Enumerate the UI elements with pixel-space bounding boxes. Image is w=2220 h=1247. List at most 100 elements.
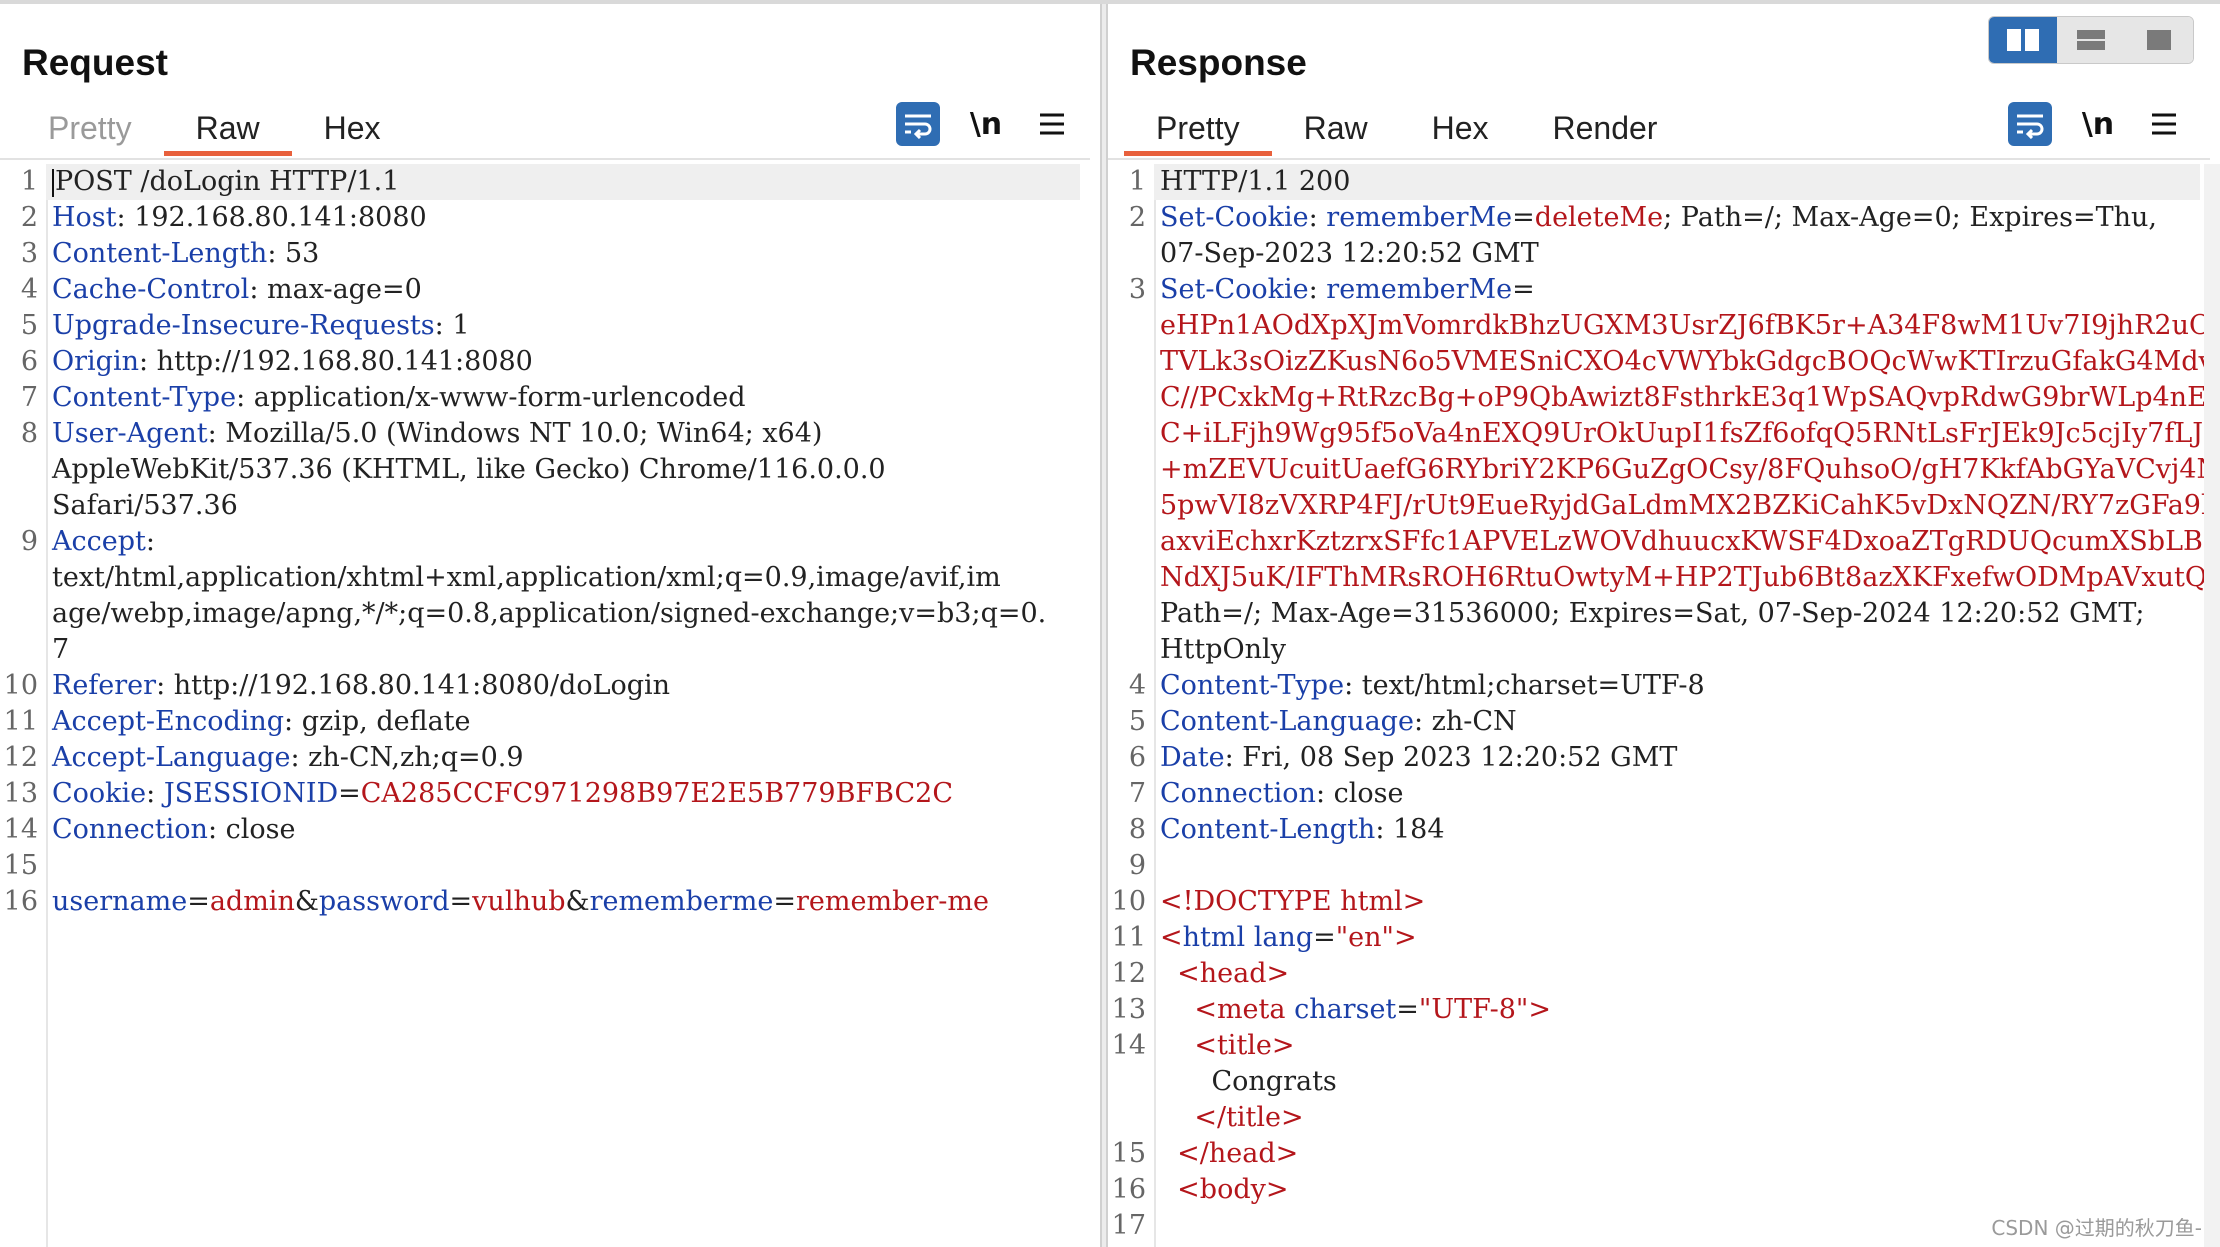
line-content: </title>	[1154, 1100, 2200, 1136]
line-number	[0, 632, 46, 668]
line-content: TVLk3sOizZKusN6o5VMESniCXO4cVWYbkGdgcBOQ…	[1154, 344, 2220, 380]
layout-stacked-button[interactable]	[2057, 17, 2125, 63]
response-code-line: 2 Set-Cookie: rememberMe=deleteMe; Path=/…	[1108, 200, 2220, 236]
syntax-value: "UTF-8"	[1418, 994, 1529, 1025]
line-content: C+iLFjh9Wg95f5oVa4nEXQ9UrOkUupI1fsZf6ofq…	[1154, 416, 2220, 452]
syntax-value: <	[1160, 994, 1217, 1025]
syntax-key: Connection	[52, 814, 208, 845]
request-menu-button[interactable]	[1030, 102, 1074, 146]
request-wrap-lines-button[interactable]	[896, 102, 940, 146]
syntax-text: : application/x-www-form-urlencoded	[236, 382, 746, 413]
response-code-line: 8 Content-Length: 184	[1108, 812, 2220, 848]
request-code-line: 15	[0, 848, 1100, 884]
syntax-text: =	[187, 886, 210, 917]
response-code-line: 5 Content-Language: zh-CN	[1108, 704, 2220, 740]
layout-single-icon	[2147, 30, 2171, 50]
line-content: </head>	[1154, 1136, 2200, 1172]
response-code-line: 6 Date: Fri, 08 Sep 2023 12:20:52 GMT	[1108, 740, 2220, 776]
layout-single-button[interactable]	[2125, 17, 2193, 63]
syntax-text	[1285, 994, 1294, 1025]
syntax-text: : zh-CN,zh;q=0.9	[290, 742, 524, 773]
line-content: 7	[46, 632, 1080, 668]
line-content: NdXJ5uK/IFThMRsROH6RtuOwtyM+HP2TJub6Bt8a…	[1154, 560, 2220, 596]
line-number	[1108, 524, 1154, 560]
response-code-line: C//PCxkMg+RtRzcBg+oP9QbAwizt8FsthrkE3q1W…	[1108, 380, 2220, 416]
request-tabs: Pretty Raw Hex	[16, 104, 413, 158]
syntax-value: meta	[1216, 994, 1286, 1025]
response-code-line: 13 <meta charset="UTF-8">	[1108, 992, 2220, 1028]
line-number	[1108, 308, 1154, 344]
line-number: 14	[1111, 1030, 1146, 1061]
response-wrap-lines-button[interactable]	[2008, 102, 2052, 146]
syntax-text: : 53	[267, 238, 320, 269]
response-code-line: HttpOnly	[1108, 632, 2220, 668]
syntax-text: age/webp,image/apng,*/*;q=0.8,applicatio…	[52, 598, 1047, 629]
response-code-line: 10 <!DOCTYPE html>	[1108, 884, 2220, 920]
line-number: 12	[3, 742, 38, 773]
request-code-line: 13 Cookie: JSESSIONID=CA285CCFC971298B97E…	[0, 776, 1100, 812]
response-editor[interactable]: 1 HTTP/1.1 200 2 Set-Cookie: rememberMe=del…	[1108, 164, 2220, 1247]
syntax-text: =	[338, 778, 361, 809]
request-code-line: 7 Content-Type: application/x-www-form-ur…	[0, 380, 1100, 416]
line-number: 3	[1128, 274, 1146, 305]
panel-splitter[interactable]	[1100, 4, 1108, 1247]
layout-stacked-icon	[2077, 30, 2105, 50]
syntax-key: Content-Language	[1160, 706, 1414, 737]
syntax-key: User-Agent	[52, 418, 208, 449]
request-code-line: 3 Content-Length: 53	[0, 236, 1100, 272]
response-tabs: Pretty Raw Hex Render	[1124, 104, 1689, 158]
syntax-value: NdXJ5uK/IFThMRsROH6RtuOwtyM+HP2TJub6Bt8a…	[1160, 562, 2220, 593]
syntax-text: : close	[1315, 778, 1404, 809]
menu-icon	[2152, 113, 2176, 135]
syntax-value: <	[1160, 958, 1200, 989]
line-number: 1	[1128, 166, 1146, 197]
line-number: 16	[3, 886, 38, 917]
syntax-key: Content-Length	[52, 238, 268, 269]
response-scrollbar[interactable]	[2204, 164, 2220, 1247]
line-content: Congrats	[1154, 1064, 2200, 1100]
syntax-key: Origin	[52, 346, 139, 377]
response-menu-button[interactable]	[2142, 102, 2186, 146]
line-number: 13	[1111, 994, 1146, 1025]
wrap-lines-icon	[2017, 114, 2044, 139]
syntax-value: >	[1393, 922, 1417, 953]
request-tab-raw[interactable]: Raw	[163, 104, 292, 156]
syntax-key: Accept	[52, 526, 146, 557]
line-content: eHPn1AOdXpXJmVomrdkBhzUGXM3UsrZJ6fBK5r+A…	[1154, 308, 2220, 344]
request-lines: 1 POST /doLogin HTTP/1.1 2 Host: 192.168.80…	[0, 164, 1100, 920]
line-number	[0, 560, 46, 596]
response-tab-hex[interactable]: Hex	[1400, 104, 1521, 156]
request-code-line: 9 Accept:	[0, 524, 1100, 560]
line-content: Accept-Encoding: gzip, deflate	[46, 704, 1080, 740]
response-tab-render[interactable]: Render	[1521, 104, 1690, 156]
response-newline-toggle[interactable]: \n	[2076, 102, 2120, 146]
request-newline-toggle[interactable]: \n	[964, 102, 1008, 146]
layout-split-icon	[2007, 29, 2039, 51]
line-content: <title>	[1154, 1028, 2200, 1064]
response-code-line: 15 </head>	[1108, 1136, 2220, 1172]
line-number: 14	[3, 814, 38, 845]
line-number: 10	[1111, 886, 1146, 917]
response-code-line: NdXJ5uK/IFThMRsROH6RtuOwtyM+HP2TJub6Bt8a…	[1108, 560, 2220, 596]
syntax-key: Cache-Control	[52, 274, 250, 305]
syntax-text: : http://192.168.80.141:8080	[139, 346, 533, 377]
line-number: 15	[1111, 1138, 1146, 1169]
request-tab-pretty[interactable]: Pretty	[16, 104, 164, 156]
layout-side-by-side-button[interactable]	[1989, 17, 2057, 63]
request-code-line: 6 Origin: http://192.168.80.141:8080	[0, 344, 1100, 380]
request-code-line: text/html,application/xhtml+xml,applicat…	[0, 560, 1100, 596]
line-content: POST /doLogin HTTP/1.1	[46, 164, 1080, 200]
syntax-value: head	[1208, 1138, 1276, 1169]
response-tab-pretty[interactable]: Pretty	[1124, 104, 1272, 156]
syntax-key: password	[318, 886, 450, 917]
line-number	[1108, 344, 1154, 380]
syntax-key: Content-Type	[1160, 670, 1345, 701]
request-editor[interactable]: 1 POST /doLogin HTTP/1.1 2 Host: 192.168.80…	[0, 164, 1100, 1247]
request-tab-hex[interactable]: Hex	[292, 104, 413, 156]
syntax-key: Connection	[1160, 778, 1316, 809]
response-tab-raw[interactable]: Raw	[1272, 104, 1400, 156]
line-number	[1108, 1064, 1154, 1100]
line-number: 2	[20, 202, 38, 233]
syntax-key: JSESSIONID	[163, 778, 339, 809]
line-content: Content-Length: 184	[1154, 812, 2200, 848]
